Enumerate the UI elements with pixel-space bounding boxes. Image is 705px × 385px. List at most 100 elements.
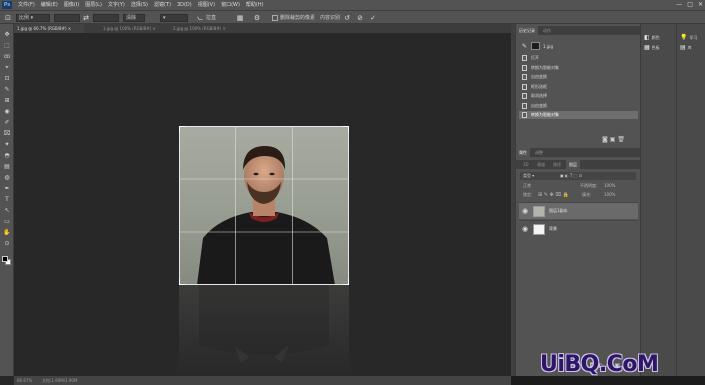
tool-button[interactable]: ⌖ bbox=[2, 63, 12, 72]
menu-item[interactable]: 帮助(H) bbox=[246, 0, 264, 10]
tool-button[interactable]: ▤ bbox=[2, 162, 12, 171]
opacity-value[interactable]: 100% bbox=[604, 182, 615, 190]
tab-actions[interactable]: 动作 bbox=[540, 26, 556, 35]
learn-panel-button[interactable]: 💡 学习 bbox=[680, 34, 697, 42]
menu-item[interactable]: 窗口(W) bbox=[221, 0, 240, 10]
swap-icon[interactable]: ⇄ bbox=[81, 13, 91, 23]
collapsed-panels-right: 💡 学习 ▤ 库 bbox=[676, 24, 705, 376]
tab-channels[interactable]: 通道 bbox=[534, 160, 548, 169]
layers-panel-tabs: 3D 通道 路径 图层 bbox=[516, 160, 641, 169]
delete-pixels-label: 删除裁剪的像素 bbox=[280, 15, 316, 21]
color-panel-button[interactable]: ◧ 颜色 bbox=[644, 34, 660, 42]
content-aware-label: 内容识别 bbox=[320, 15, 341, 21]
trash-icon[interactable]: 🗑 bbox=[617, 136, 625, 143]
history-item-label: 取消选择 bbox=[531, 93, 547, 98]
tab-history[interactable]: 历史记录 bbox=[516, 26, 538, 35]
history-item[interactable]: 打开 bbox=[519, 54, 638, 62]
history-item[interactable]: 矩形选框 bbox=[519, 83, 638, 91]
history-item[interactable]: 转换为智能对象 bbox=[519, 64, 638, 72]
fill-value[interactable]: 100% bbox=[604, 191, 615, 199]
document-tabs: 1.jpg @ 66.7% (RGB/8#) × 1.jpg @ 100% (R… bbox=[14, 24, 511, 33]
swatches-panel-button[interactable]: ▦ 色板 bbox=[644, 44, 660, 52]
tool-button[interactable]: ✐ bbox=[2, 118, 12, 127]
maximize-button[interactable]: □ bbox=[687, 0, 693, 10]
tool-button[interactable]: T bbox=[2, 195, 12, 204]
tool-button[interactable]: ꝏ bbox=[2, 52, 12, 61]
visibility-eye-icon[interactable]: ◉ bbox=[522, 225, 528, 233]
tab-3d[interactable]: 3D bbox=[520, 160, 532, 169]
tool-button[interactable]: ⊞ bbox=[2, 96, 12, 105]
crop-tool-icon[interactable]: ⊡ bbox=[3, 13, 13, 23]
history-item[interactable]: 自由变换 bbox=[519, 102, 638, 110]
menu-item[interactable]: 3D(D) bbox=[177, 0, 192, 10]
snapshot-label: 1.jpg bbox=[543, 44, 554, 49]
menu-item[interactable]: 图像(I) bbox=[64, 0, 79, 10]
tool-button[interactable]: ⊡ bbox=[2, 74, 12, 83]
tool-button[interactable]: ✒ bbox=[2, 184, 12, 193]
reset-icon[interactable]: ↺ bbox=[342, 13, 352, 23]
width-input[interactable] bbox=[54, 14, 80, 22]
settings-gear-icon[interactable]: ⚙ bbox=[252, 13, 262, 23]
tab-adjustments[interactable]: 调整 bbox=[532, 148, 546, 157]
tool-button[interactable]: ◍ bbox=[2, 173, 12, 182]
crop-grid-overlay[interactable] bbox=[179, 126, 349, 285]
lock-icons[interactable]: ⊞ ✎ ✥ ⌧ 🔒 bbox=[538, 191, 569, 199]
history-item[interactable]: 自由变换 bbox=[519, 73, 638, 81]
libraries-panel-button[interactable]: ▤ 库 bbox=[680, 44, 692, 52]
main-menu: 文件(F) 编辑(E) 图像(I) 图层(L) 文字(Y) 选择(S) 滤镜(T) 3D(D)… bbox=[18, 0, 264, 10]
tool-button[interactable]: ▭ bbox=[2, 217, 12, 226]
tab-document-3[interactable]: 2.jpg @ 100% (RGB/8#) × bbox=[170, 24, 238, 33]
tool-button[interactable]: ⊙ bbox=[2, 239, 12, 248]
delete-pixels-checkbox[interactable] bbox=[272, 15, 278, 21]
close-button[interactable]: ✕ bbox=[698, 0, 703, 10]
history-item[interactable]: 取消选择 bbox=[519, 92, 638, 100]
menu-item[interactable]: 滤镜(T) bbox=[154, 0, 171, 10]
menu-item[interactable]: 文字(Y) bbox=[108, 0, 125, 10]
portrait-photo[interactable] bbox=[179, 126, 349, 285]
grid-icon[interactable]: ▦ bbox=[235, 13, 245, 23]
new-document-icon[interactable]: ▣ bbox=[610, 136, 616, 143]
clear-button[interactable]: 清除 bbox=[123, 14, 145, 22]
commit-icon[interactable]: ✓ bbox=[368, 13, 378, 23]
visibility-eye-icon[interactable]: ◉ bbox=[522, 207, 528, 215]
layer-kind-filter[interactable]: 类型 ▾ ▣ ◐ T ⬚ ⊡ bbox=[520, 172, 636, 180]
tab-properties[interactable]: 属性 bbox=[516, 148, 530, 157]
layer-row-copy[interactable]: ◉ 图层1副本 bbox=[519, 202, 638, 219]
minimize-button[interactable]: — bbox=[676, 0, 682, 10]
camera-icon[interactable]: ◙ bbox=[602, 136, 608, 143]
history-step-icon bbox=[522, 112, 527, 118]
tool-button[interactable]: ✋ bbox=[2, 228, 12, 237]
ratio-select[interactable]: 比例 ▾ bbox=[16, 14, 50, 22]
tab-document-1[interactable]: 1.jpg @ 66.7% (RGB/8#) × bbox=[14, 24, 84, 33]
tab-paths[interactable]: 路径 bbox=[550, 160, 564, 169]
tool-button[interactable]: ◉ bbox=[2, 107, 12, 116]
history-snapshot[interactable]: ✎ 1.jpg bbox=[519, 42, 638, 51]
tools-panel: ✥ ⬚ ꝏ ⌖ ⊡ ✎ ⊞ ◉ ✐ ⌧ ✦ ◓ ▤ ◍ ✒ T ↖ ▭ ✋ ⊙ bbox=[0, 24, 14, 376]
menu-item[interactable]: 选择(S) bbox=[131, 0, 148, 10]
tool-button[interactable]: ↖ bbox=[2, 206, 12, 215]
menu-item[interactable]: 视图(V) bbox=[198, 0, 215, 10]
layer-row-background[interactable]: ◉ 背景 bbox=[519, 220, 638, 237]
tab-document-2[interactable]: 1.jpg @ 100% (RGB/8#) × bbox=[100, 24, 168, 33]
zoom-level[interactable]: 66.67% bbox=[17, 376, 32, 385]
height-input[interactable] bbox=[93, 14, 119, 22]
tool-button[interactable]: ✎ bbox=[2, 85, 12, 94]
tool-button[interactable]: ✥ bbox=[2, 30, 12, 39]
history-step-icon bbox=[522, 64, 527, 71]
cancel-icon[interactable]: ⊘ bbox=[355, 13, 365, 23]
blend-mode-select[interactable]: 正常 bbox=[523, 182, 531, 190]
tool-button[interactable]: ⌧ bbox=[2, 129, 12, 138]
opacity-label: 不透明度: bbox=[580, 183, 598, 188]
blend-row: 正常 不透明度: 100% bbox=[520, 182, 636, 190]
tool-button[interactable]: ◓ bbox=[2, 151, 12, 160]
tab-layers[interactable]: 图层 bbox=[566, 160, 580, 169]
straighten-icon[interactable]: ⦦ bbox=[195, 13, 205, 23]
history-item[interactable]: 转换为智能对象 bbox=[519, 111, 638, 119]
menu-item[interactable]: 图层(L) bbox=[85, 0, 102, 10]
menu-item[interactable]: 编辑(E) bbox=[41, 0, 58, 10]
foreground-color-swatch[interactable] bbox=[2, 256, 8, 262]
resolution-select[interactable]: ▾ bbox=[160, 14, 188, 22]
menu-item[interactable]: 文件(F) bbox=[18, 0, 35, 10]
tool-button[interactable]: ✦ bbox=[2, 140, 12, 149]
tool-button[interactable]: ⬚ bbox=[2, 41, 12, 50]
